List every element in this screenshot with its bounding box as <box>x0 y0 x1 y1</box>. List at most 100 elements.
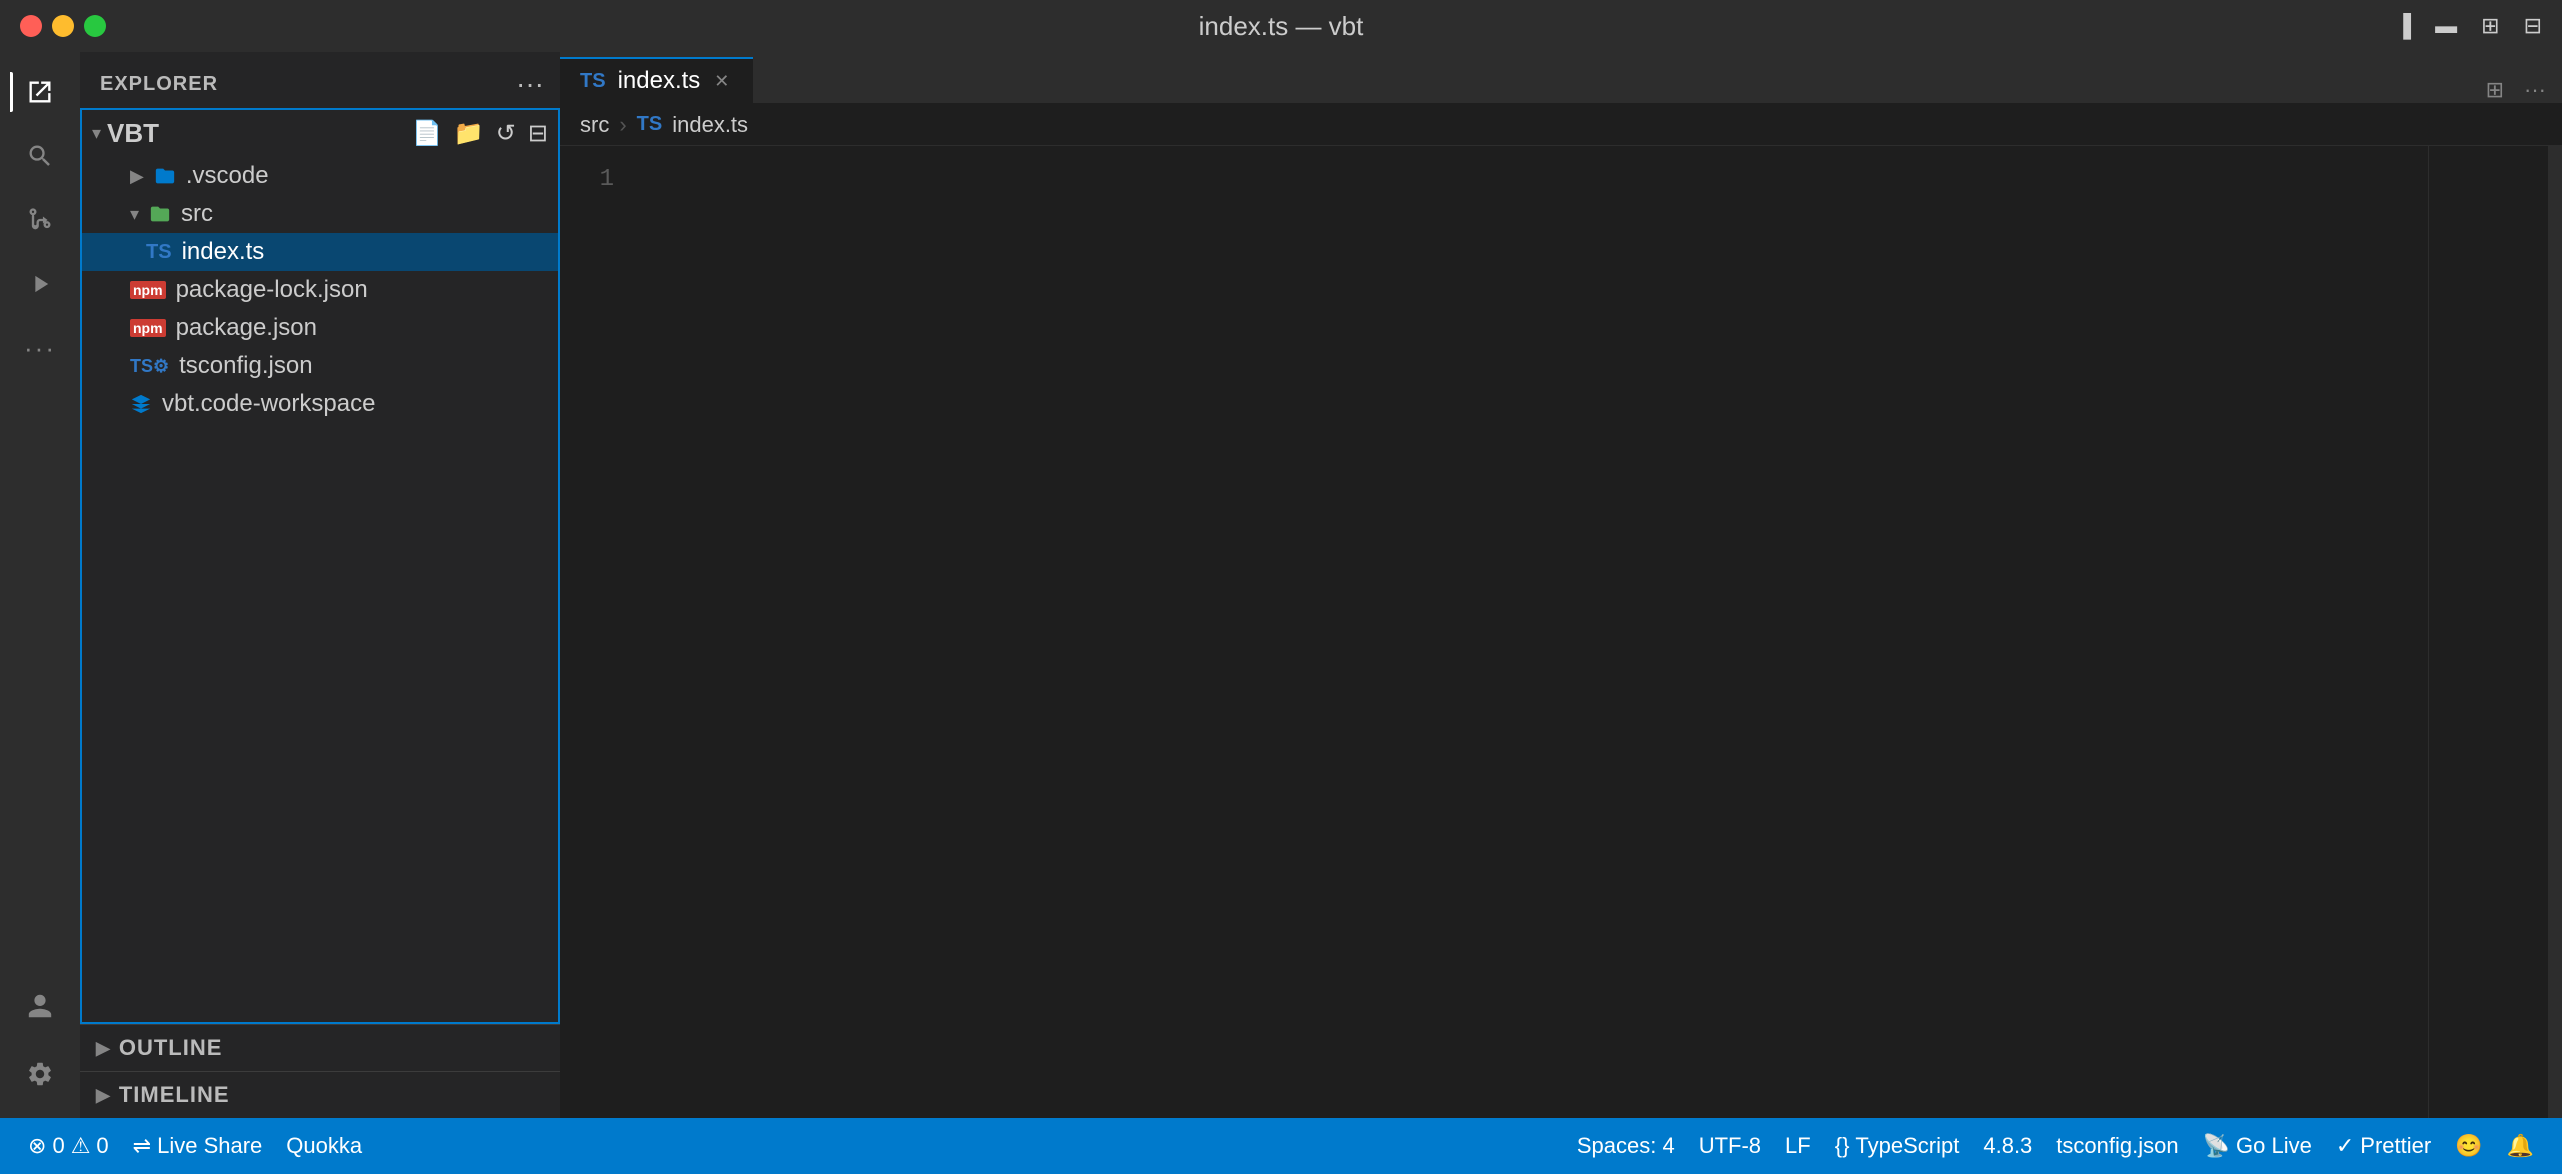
vscode-folder-name: .vscode <box>186 162 269 190</box>
status-golive[interactable]: 📡 Go Live <box>2191 1118 2324 1174</box>
collapse-icon[interactable]: ⊟ <box>528 119 548 148</box>
main-container: ··· EXPLORER ··· ▾ <box>0 52 2562 1118</box>
warning-icon: ⚠ <box>71 1133 91 1159</box>
outline-label: OUTLINE <box>119 1035 223 1061</box>
activity-item-accounts[interactable] <box>10 976 70 1036</box>
refresh-icon[interactable]: ↺ <box>496 119 516 148</box>
breadcrumb-ts-icon: TS <box>637 113 663 136</box>
status-errors[interactable]: ⊗ 0 ⚠ 0 <box>16 1118 121 1174</box>
activity-item-more[interactable]: ··· <box>10 318 70 378</box>
tab-label: index.ts <box>618 67 701 95</box>
activity-bar-bottom <box>10 976 70 1118</box>
eol-label: LF <box>1785 1133 1811 1159</box>
sidebar-header: EXPLORER ··· <box>80 52 560 108</box>
new-file-icon[interactable]: 📄 <box>412 119 442 148</box>
status-ts-version[interactable]: 4.8.3 <box>1971 1118 2044 1174</box>
activity-bar: ··· <box>0 52 80 1118</box>
breadcrumb-src[interactable]: src <box>580 112 609 138</box>
golive-label: Go Live <box>2236 1133 2312 1159</box>
status-quokka[interactable]: Quokka <box>274 1118 374 1174</box>
outline-header[interactable]: ▶ OUTLINE <box>80 1025 560 1071</box>
timeline-label: TIMELINE <box>119 1082 230 1108</box>
breadcrumb-file[interactable]: index.ts <box>672 112 748 138</box>
activity-item-scm[interactable] <box>10 190 70 250</box>
status-bar: ⊗ 0 ⚠ 0 ⇌ Live Share Quokka Spaces: 4 UT… <box>0 1118 2562 1174</box>
code-editor[interactable] <box>630 146 2428 1118</box>
close-button[interactable] <box>20 15 42 37</box>
sidebar-more-icon[interactable]: ··· <box>516 68 544 100</box>
explorer-area: ▾ VBT 📄 📁 ↺ ⊟ ▶ .vscode ▾ src <box>80 108 560 1024</box>
status-spaces[interactable]: Spaces: 4 <box>1565 1118 1687 1174</box>
editor-more-icon[interactable]: ··· <box>2524 77 2546 103</box>
status-eol[interactable]: LF <box>1773 1118 1823 1174</box>
run-icon <box>26 270 54 298</box>
json-pkg-icon: npm <box>130 281 166 299</box>
status-encoding[interactable]: UTF-8 <box>1687 1118 1773 1174</box>
status-notifications[interactable]: 🔔 <box>2495 1118 2546 1174</box>
notification-bell-icon: 🔔 <box>2507 1133 2534 1159</box>
vscode-folder-icon <box>154 165 176 187</box>
window-title: index.ts — vbt <box>1199 11 1364 42</box>
warning-count: 0 <box>96 1133 108 1159</box>
file-vbt-workspace[interactable]: vbt.code-workspace <box>82 385 558 423</box>
scrollbar-vertical[interactable] <box>2548 146 2562 1118</box>
file-tsconfig[interactable]: TS⚙ tsconfig.json <box>82 347 558 385</box>
status-language[interactable]: {} TypeScript <box>1823 1118 1972 1174</box>
maximize-button[interactable] <box>84 15 106 37</box>
timeline-chevron: ▶ <box>96 1085 111 1106</box>
activity-item-settings[interactable] <box>10 1044 70 1104</box>
file-index-ts[interactable]: TS index.ts <box>82 233 558 271</box>
file-name-package-json: package.json <box>176 314 317 342</box>
traffic-lights <box>20 15 106 37</box>
panel-toggle-icon[interactable]: ▬ <box>2435 13 2457 39</box>
activity-item-search[interactable] <box>10 126 70 186</box>
activity-item-explorer[interactable] <box>10 62 70 122</box>
workspace-header[interactable]: ▾ VBT 📄 📁 ↺ ⊟ <box>82 110 558 157</box>
status-prettier[interactable]: ✓ Prettier <box>2324 1118 2443 1174</box>
status-liveshare[interactable]: ⇌ Live Share <box>121 1118 275 1174</box>
tab-close-button[interactable]: ✕ <box>710 69 733 94</box>
spaces-label: Spaces: 4 <box>1577 1133 1675 1159</box>
prettier-icon: ✓ <box>2336 1133 2354 1159</box>
quokka-label: Quokka <box>286 1133 362 1159</box>
sidebar: EXPLORER ··· ▾ VBT 📄 📁 ↺ ⊟ ▶ . <box>80 52 560 1118</box>
account-icon <box>26 992 54 1020</box>
editor-content: 1 <box>560 146 2562 1118</box>
layout-toggle-icon[interactable]: ⊞ <box>2481 13 2499 39</box>
activity-item-run[interactable] <box>10 254 70 314</box>
split-editor-icon[interactable]: ⊞ <box>2486 77 2504 103</box>
titlebar-actions: ▐ ▬ ⊞ ⊟ <box>2396 13 2542 39</box>
status-tsconfig[interactable]: tsconfig.json <box>2044 1118 2190 1174</box>
status-feedback[interactable]: 😊 <box>2443 1118 2494 1174</box>
file-package-lock-json[interactable]: npm package-lock.json <box>82 271 558 309</box>
liveshare-icon: ⇌ <box>133 1133 151 1159</box>
breadcrumb-separator: › <box>619 112 626 138</box>
tab-index-ts[interactable]: TS index.ts ✕ <box>560 57 753 103</box>
minimize-button[interactable] <box>52 15 74 37</box>
new-folder-icon[interactable]: 📁 <box>454 119 484 148</box>
liveshare-label: Live Share <box>157 1133 262 1159</box>
workspace-chevron: ▾ <box>92 123 101 144</box>
timeline-header[interactable]: ▶ TIMELINE <box>80 1072 560 1118</box>
customize-layout-icon[interactable]: ⊟ <box>2524 13 2542 39</box>
outline-chevron: ▶ <box>96 1038 111 1059</box>
sidebar-toggle-icon[interactable]: ▐ <box>2396 13 2412 39</box>
tabs-actions: ⊞ ··· <box>2470 77 2562 103</box>
file-name-tsconfig: tsconfig.json <box>179 352 312 380</box>
ts-file-icon: TS <box>146 241 172 264</box>
settings-icon <box>26 1060 54 1088</box>
line-numbers: 1 <box>560 146 630 1118</box>
src-folder-icon <box>149 203 171 225</box>
file-package-json[interactable]: npm package.json <box>82 309 558 347</box>
feedback-icon: 😊 <box>2455 1133 2482 1159</box>
folder-vscode[interactable]: ▶ .vscode <box>82 157 558 195</box>
sidebar-header-actions: ··· <box>516 68 544 100</box>
breadcrumb: src › TS index.ts <box>560 104 2562 146</box>
titlebar: index.ts — vbt ▐ ▬ ⊞ ⊟ <box>0 0 2562 52</box>
folder-src[interactable]: ▾ src <box>82 195 558 233</box>
file-name-package-lock: package-lock.json <box>176 276 368 304</box>
error-icon: ⊗ <box>28 1133 46 1159</box>
src-folder-name: src <box>181 200 213 228</box>
outline-section: ▶ OUTLINE <box>80 1024 560 1071</box>
editor-area: TS index.ts ✕ ⊞ ··· src › TS index.ts 1 <box>560 52 2562 1118</box>
